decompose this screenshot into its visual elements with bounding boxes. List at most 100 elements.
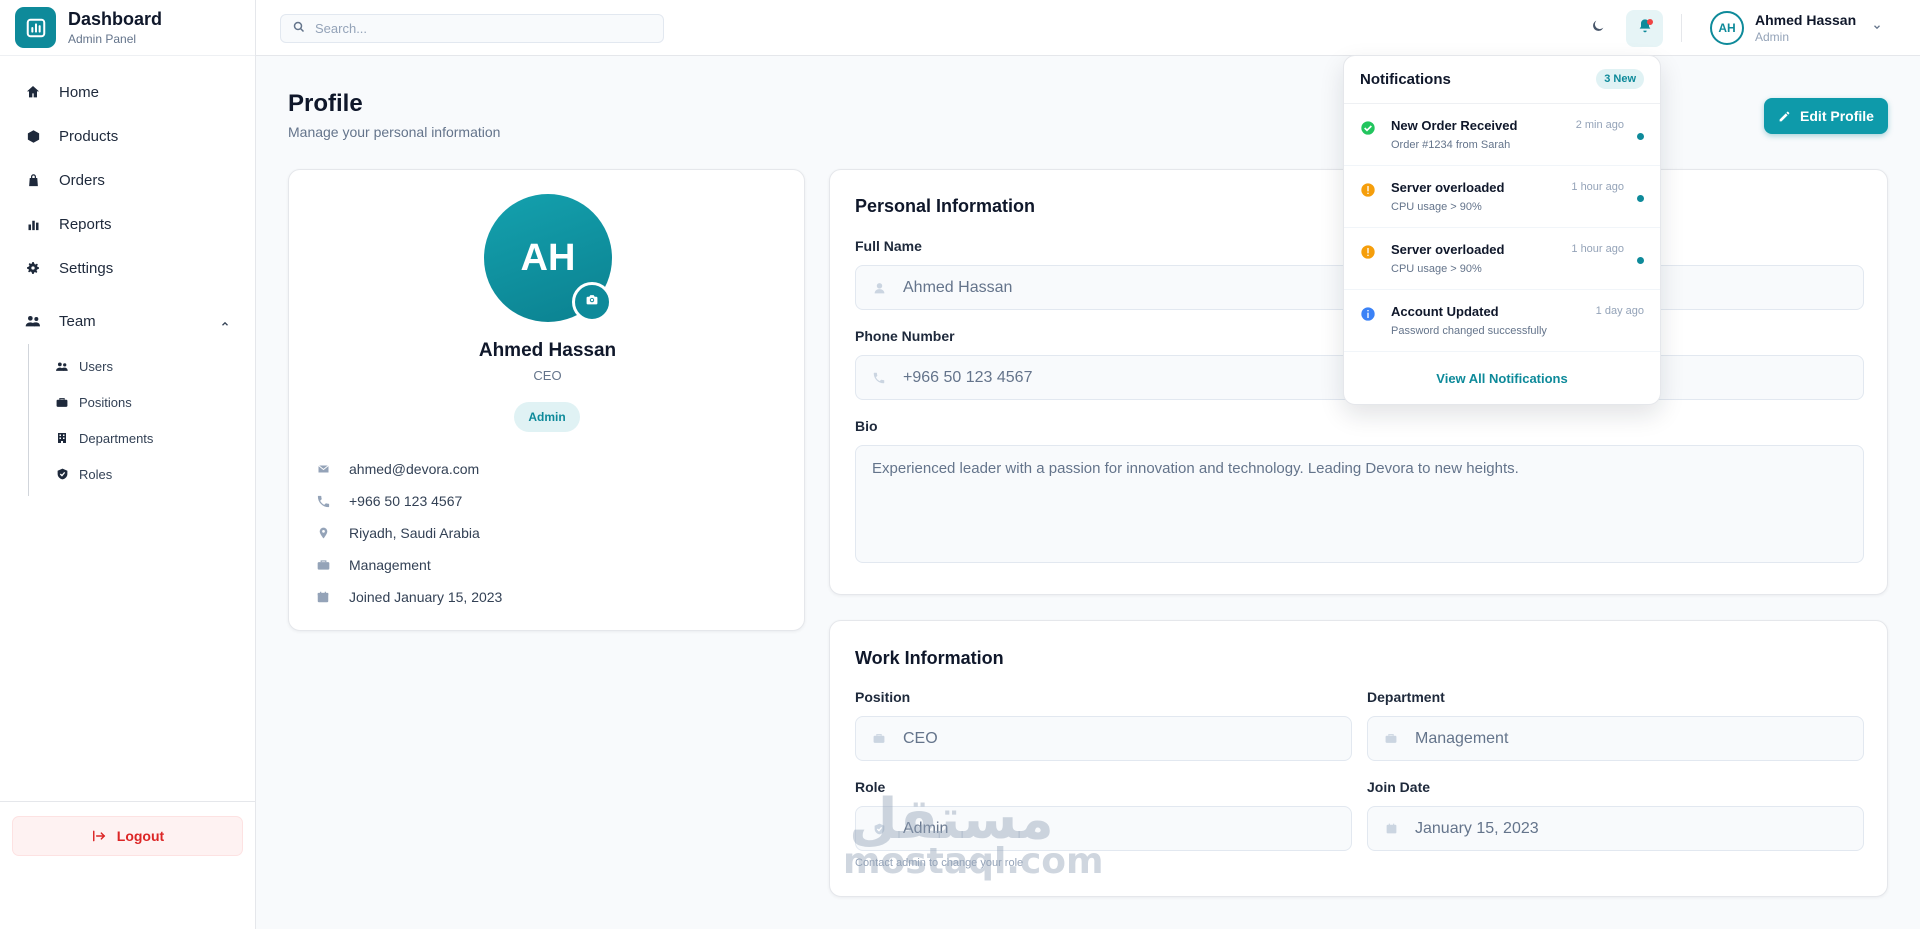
profile-card: AH Ahmed Hassan CEO Admin ahmed@devora.c… — [288, 169, 805, 631]
notification-item[interactable]: Account Updated Password changed success… — [1344, 290, 1660, 352]
warning-icon — [1360, 244, 1376, 260]
nav-group-label: Team — [59, 312, 96, 330]
role-label: Role — [855, 779, 886, 795]
sidebar-item-label: Departments — [79, 430, 154, 446]
pencil-icon — [1778, 110, 1791, 123]
briefcase-icon — [55, 395, 69, 409]
user-icon — [871, 280, 887, 296]
notifications-header: Notifications 3 New — [1344, 56, 1660, 104]
position-label: Position — [855, 689, 911, 705]
sidebar-item-roles[interactable]: Roles — [29, 456, 256, 492]
search-box[interactable] — [280, 14, 664, 43]
notification-item[interactable]: Server overloaded CPU usage > 90% 1 hour… — [1344, 228, 1660, 290]
profile-phone: +966 50 123 4567 — [349, 493, 463, 509]
work-info-card: Work Information Position CEO Department… — [829, 620, 1888, 897]
notifications-title: Notifications — [1360, 71, 1451, 88]
notification-time: 1 hour ago — [1571, 243, 1624, 255]
position-field[interactable]: CEO — [855, 716, 1352, 761]
box-icon — [24, 127, 42, 145]
join-date-field[interactable]: January 15, 2023 — [1367, 806, 1864, 851]
nav-item-home[interactable]: Home — [0, 70, 256, 114]
logout-icon — [91, 829, 107, 843]
building-icon — [55, 431, 69, 445]
notification-time: 2 min ago — [1575, 119, 1624, 131]
warning-icon — [1360, 182, 1376, 198]
sidebar-item-label: Roles — [79, 466, 113, 482]
search-input[interactable] — [315, 21, 635, 36]
nav-item-reports[interactable]: Reports — [0, 202, 256, 246]
full-name-label: Full Name — [855, 238, 922, 254]
topbar-divider — [1681, 14, 1682, 42]
new-count-badge: 3 New — [1596, 69, 1644, 89]
sidebar-item-positions[interactable]: Positions — [29, 384, 256, 420]
check-circle-icon — [1360, 120, 1376, 136]
profile-phone-row: +966 50 123 4567 — [314, 485, 502, 517]
join-date-label: Join Date — [1367, 779, 1431, 795]
profile-email-row: ahmed@devora.com — [314, 453, 502, 485]
notification-title: Account Updated — [1391, 304, 1499, 319]
edit-profile-button[interactable]: Edit Profile — [1764, 98, 1888, 134]
personal-info-title: Personal Information — [855, 196, 1036, 216]
chevron-up-icon — [220, 316, 230, 333]
unread-dot — [1637, 133, 1644, 140]
nav-item-settings[interactable]: Settings — [0, 246, 256, 290]
brand[interactable]: Dashboard Admin Panel — [0, 0, 255, 56]
user-menu[interactable]: AH Ahmed Hassan Admin — [1710, 11, 1882, 45]
shield-check-icon — [55, 467, 69, 481]
sidebar-item-label: Users — [79, 358, 113, 374]
notification-title: Server overloaded — [1391, 180, 1505, 195]
work-info-title: Work Information — [855, 648, 1004, 668]
brand-subtitle: Admin Panel — [68, 31, 137, 46]
camera-icon — [585, 293, 599, 311]
phone-icon — [314, 492, 332, 510]
team-icon — [24, 312, 42, 330]
chevron-down-icon — [1872, 19, 1882, 37]
nav-item-products[interactable]: Products — [0, 114, 256, 158]
profile-name: Ahmed Hassan — [478, 340, 617, 361]
phone-label: Phone Number — [855, 328, 955, 344]
notification-desc: CPU usage > 90% — [1391, 263, 1482, 275]
notification-dot — [1647, 19, 1653, 25]
brand-title: Dashboard — [68, 8, 163, 29]
notification-item[interactable]: Server overloaded CPU usage > 90% 1 hour… — [1344, 166, 1660, 228]
location-icon — [314, 524, 332, 542]
dashboard-logo-icon — [15, 7, 56, 48]
bio-label: Bio — [855, 418, 878, 434]
nav-group-team[interactable]: Team — [0, 298, 256, 344]
nav-item-label: Home — [59, 83, 100, 101]
notifications-button[interactable] — [1626, 10, 1663, 47]
sidebar: Dashboard Admin Panel Home Products Orde… — [0, 0, 256, 929]
department-field[interactable]: Management — [1367, 716, 1864, 761]
notifications-dropdown: Notifications 3 New New Order Received O… — [1343, 55, 1661, 405]
phone-icon — [871, 370, 887, 386]
notification-title: Server overloaded — [1391, 242, 1505, 257]
department-value: Management — [1415, 729, 1509, 747]
view-all-notifications-link[interactable]: View All Notifications — [1344, 352, 1660, 404]
mail-icon — [314, 460, 332, 478]
profile-joined: Joined January 15, 2023 — [349, 589, 503, 605]
notification-time: 1 day ago — [1595, 305, 1644, 317]
search-icon — [293, 20, 305, 38]
profile-position: CEO — [533, 368, 562, 383]
position-value: CEO — [903, 729, 938, 747]
nav-item-orders[interactable]: Orders — [0, 158, 256, 202]
bar-chart-icon — [24, 215, 42, 233]
bio-textarea[interactable]: Experienced leader with a passion for in… — [855, 445, 1864, 563]
change-photo-button[interactable] — [572, 282, 612, 322]
phone-value: +966 50 123 4567 — [903, 368, 1033, 386]
users-icon — [55, 359, 69, 373]
role-field[interactable]: Admin — [855, 806, 1352, 851]
theme-toggle-button[interactable] — [1579, 10, 1616, 47]
briefcase-icon — [314, 556, 332, 574]
nav-item-label: Products — [59, 127, 119, 145]
profile-location: Riyadh, Saudi Arabia — [349, 525, 480, 541]
sidebar-item-departments[interactable]: Departments — [29, 420, 256, 456]
calendar-icon — [314, 588, 332, 606]
profile-department: Management — [349, 557, 431, 573]
sidebar-item-label: Positions — [79, 394, 132, 410]
logout-button[interactable]: Logout — [12, 816, 243, 856]
notification-item[interactable]: New Order Received Order #1234 from Sara… — [1344, 104, 1660, 166]
user-role: Admin — [1755, 29, 1790, 44]
sidebar-item-users[interactable]: Users — [29, 348, 256, 384]
topbar: AH Ahmed Hassan Admin — [256, 0, 1920, 56]
